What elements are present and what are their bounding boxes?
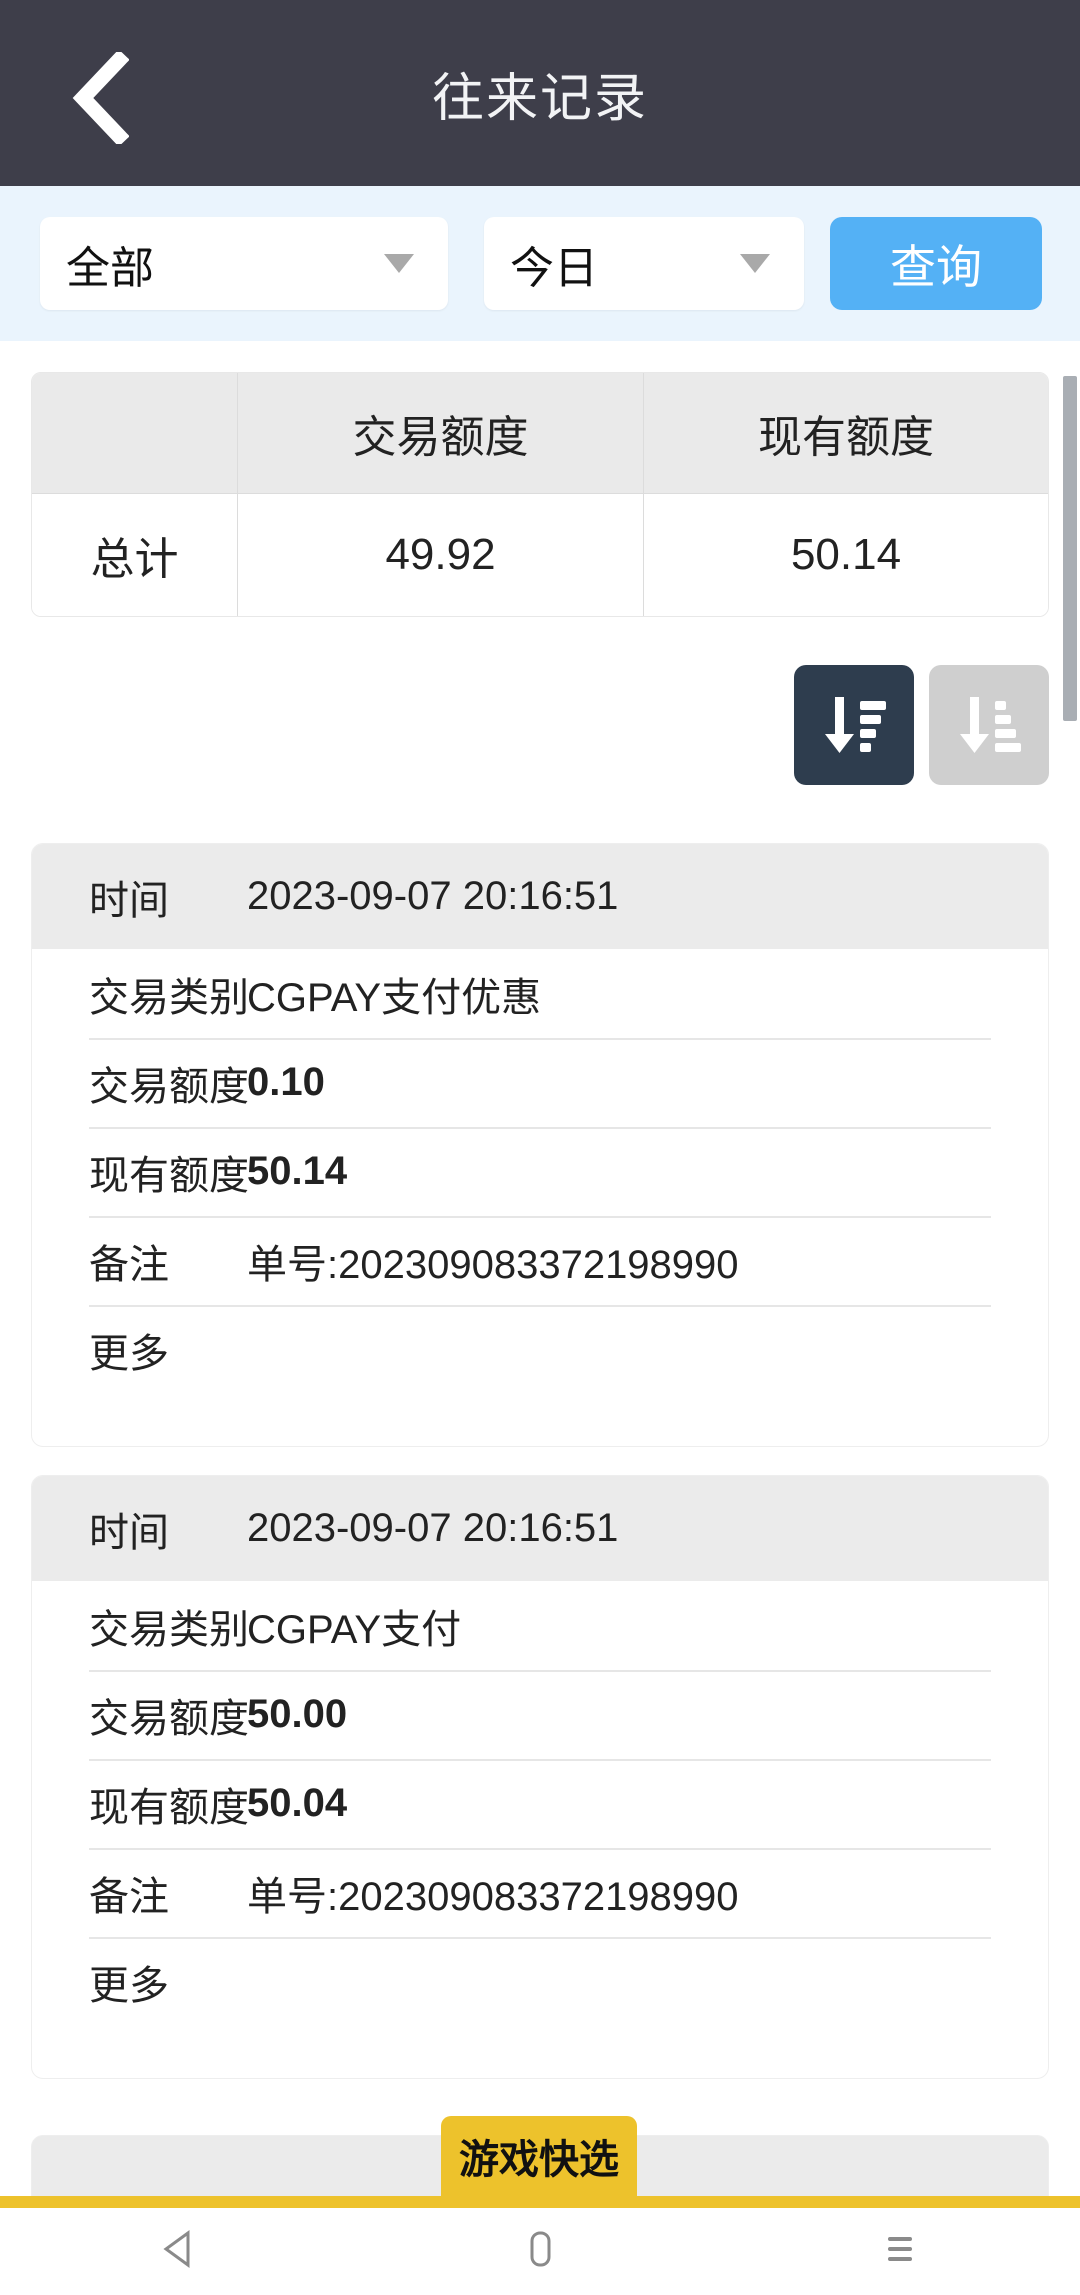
time-label: 时间: [89, 1510, 169, 1555]
query-button[interactable]: 查询: [830, 217, 1042, 310]
app-screen: 往来记录 全部 今日 查询 交易额度 现有额度 总计 49.92 50.14 时…: [0, 0, 1080, 2295]
card-amount-row: 交易额度 50.00: [32, 1670, 1048, 1759]
card-type-row: 交易类别 CGPAY支付优惠: [32, 949, 1048, 1038]
caret-down-icon: [384, 254, 414, 273]
more-label: 更多: [89, 1331, 169, 1376]
system-navigation-bar: [0, 2208, 1080, 2295]
type-value: CGPAY支付: [247, 1607, 462, 1652]
amount-label: 交易额度: [89, 1064, 249, 1109]
transaction-card[interactable]: 时间 2023-09-07 20:16:51 交易类别 CGPAY支付优惠 交易…: [31, 843, 1049, 1447]
summary-table: 交易额度 现有额度 总计 49.92 50.14: [31, 372, 1049, 617]
nav-back-button[interactable]: [80, 2208, 280, 2295]
nav-recents-icon: [878, 2227, 922, 2276]
amount-label: 交易额度: [89, 1696, 249, 1741]
time-value: 2023-09-07 20:16:51: [247, 1506, 619, 1550]
nav-recents-button[interactable]: [800, 2208, 1000, 2295]
sort-ascending-button[interactable]: [929, 665, 1049, 785]
note-label: 备注: [89, 1242, 169, 1287]
summary-header-blank: [32, 373, 238, 493]
transaction-type-select[interactable]: 全部: [40, 217, 448, 310]
page-title: 往来记录: [431, 69, 648, 128]
sort-descending-icon: [817, 687, 891, 764]
filter-bar: 全部 今日 查询: [0, 186, 1080, 341]
transaction-type-value: 全部: [66, 243, 154, 293]
type-label: 交易类别: [89, 975, 249, 1020]
time-value: 2023-09-07 20:16:51: [247, 874, 619, 918]
date-range-select[interactable]: 今日: [484, 217, 804, 310]
sort-ascending-icon: [952, 687, 1026, 764]
summary-header-balance: 现有额度: [758, 413, 934, 462]
amount-value: 0.10: [247, 1060, 325, 1104]
card-note-row: 备注 单号:202309083372198990: [32, 1848, 1048, 1937]
caret-down-icon: [740, 254, 770, 273]
scrollbar-thumb[interactable]: [1063, 376, 1077, 721]
scrollbar-track[interactable]: [1063, 186, 1080, 721]
time-label: 时间: [89, 878, 169, 923]
more-label: 更多: [89, 1963, 169, 2008]
sort-button-group: [794, 665, 1049, 785]
summary-total-balance: 50.14: [644, 493, 1048, 616]
card-type-row: 交易类别 CGPAY支付: [32, 1581, 1048, 1670]
card-balance-row: 现有额度 50.04: [32, 1759, 1048, 1848]
date-range-value: 今日: [510, 243, 598, 293]
type-value: CGPAY支付优惠: [247, 975, 542, 1020]
note-value: 单号:202309083372198990: [247, 1874, 739, 1919]
summary-header-row: 交易额度 现有额度: [32, 373, 1048, 493]
game-quick-select-badge[interactable]: 游戏快选: [441, 2116, 637, 2196]
transaction-card[interactable]: 时间 2023-09-07 20:16:51 交易类别 CGPAY支付 交易额度…: [31, 1475, 1049, 2079]
nav-home-button[interactable]: [440, 2208, 640, 2295]
card-note-row: 备注 单号:202309083372198990: [32, 1216, 1048, 1305]
summary-row-label: 总计: [32, 493, 238, 616]
type-label: 交易类别: [89, 1607, 249, 1652]
balance-label: 现有额度: [89, 1153, 249, 1198]
summary-total-amount: 49.92: [238, 493, 644, 616]
sort-descending-button[interactable]: [794, 665, 914, 785]
card-time-row: 时间 2023-09-07 20:16:51: [32, 844, 1048, 949]
balance-value: 50.14: [247, 1149, 348, 1193]
accent-bar: [0, 2196, 1080, 2208]
card-balance-row: 现有额度 50.14: [32, 1127, 1048, 1216]
amount-value: 50.00: [247, 1692, 348, 1736]
card-more-row[interactable]: 更多: [32, 1937, 1048, 2026]
balance-value: 50.04: [247, 1781, 348, 1825]
card-more-row[interactable]: 更多: [32, 1305, 1048, 1394]
card-time-row: 时间 2023-09-07 20:16:51: [32, 1476, 1048, 1581]
nav-back-icon: [158, 2227, 202, 2276]
app-header: 往来记录: [0, 0, 1080, 186]
nav-home-icon: [518, 2227, 562, 2276]
summary-total-row: 总计 49.92 50.14: [32, 493, 1048, 616]
note-value: 单号:202309083372198990: [247, 1242, 739, 1287]
note-label: 备注: [89, 1874, 169, 1919]
card-amount-row: 交易额度 0.10: [32, 1038, 1048, 1127]
balance-label: 现有额度: [89, 1785, 249, 1830]
summary-header-amount: 交易额度: [238, 373, 644, 493]
